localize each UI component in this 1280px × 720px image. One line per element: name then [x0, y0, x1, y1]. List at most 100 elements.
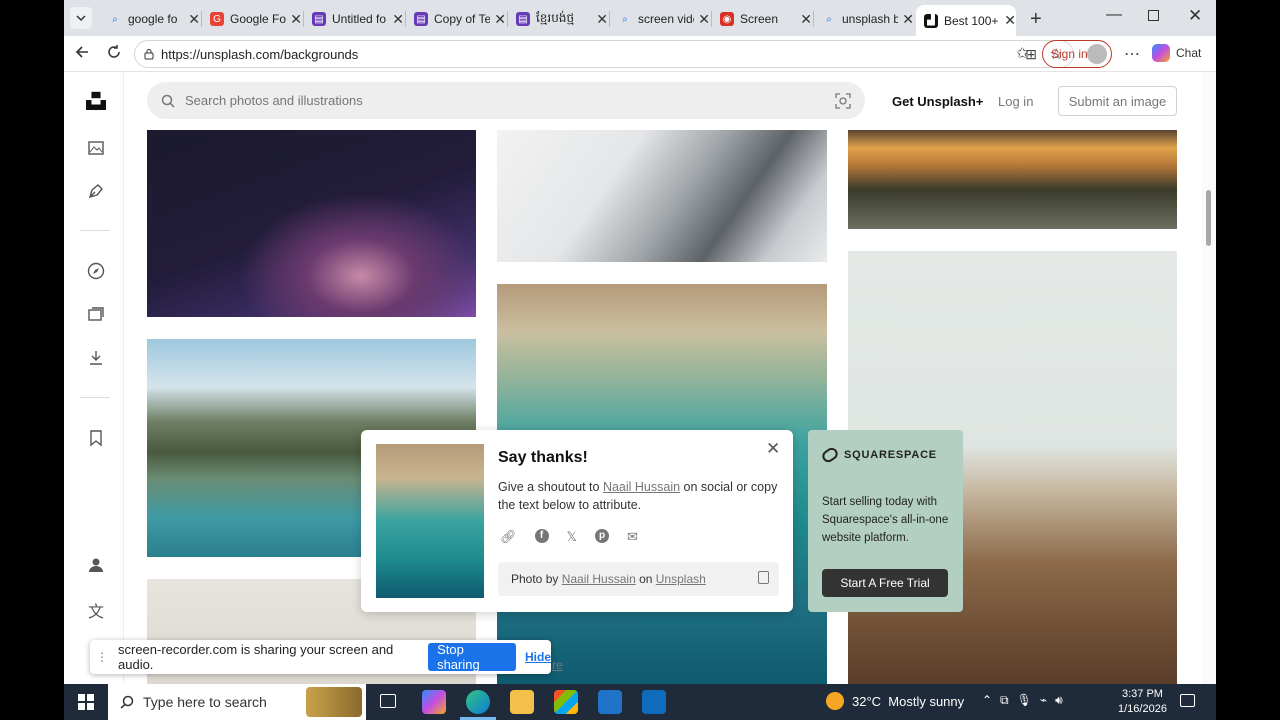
page-scrollbar[interactable]	[1202, 72, 1216, 684]
author-link[interactable]: Naail Hussain	[603, 480, 680, 494]
system-tray-icons[interactable]: ⌃⧉🎙︎⌁🔊︎	[982, 693, 1071, 708]
visual-search-icon[interactable]	[835, 93, 851, 109]
credit-site-link[interactable]: Unsplash	[656, 572, 706, 586]
unsplash-logo-icon[interactable]	[86, 90, 106, 110]
compass-icon[interactable]	[86, 261, 106, 281]
close-tab-icon[interactable]: ✕	[698, 11, 710, 28]
hide-button[interactable]: Hide	[525, 650, 551, 664]
search-input[interactable]: Search photos and illustrations	[185, 93, 363, 108]
close-tab-icon[interactable]: ✕	[1004, 12, 1016, 29]
search-icon	[120, 695, 134, 709]
tab-5[interactable]: ▤ ខ្មែរបង់ថ្ម ✕	[508, 5, 608, 33]
sharing-message: screen-recorder.com is sharing your scre…	[118, 642, 394, 672]
close-tab-icon[interactable]: ✕	[902, 11, 914, 28]
submit-image-button[interactable]: Submit an image	[1058, 86, 1177, 116]
tab-3[interactable]: ▤ Untitled fo ✕	[304, 5, 404, 33]
translate-icon[interactable]: 文	[86, 598, 106, 621]
close-icon[interactable]: ✕	[766, 439, 780, 459]
close-tab-icon[interactable]: ✕	[290, 11, 302, 28]
close-tab-icon[interactable]: ✕	[596, 11, 608, 28]
popup-message: Give a shoutout to Naail Hussain on soci…	[498, 478, 783, 514]
notification-icon[interactable]	[1180, 694, 1195, 707]
tab-9[interactable]: ▟ Best 100+ ✕	[916, 5, 1016, 36]
ad-text: Start selling today with Squarespace's a…	[822, 496, 949, 544]
pen-nib-icon[interactable]	[86, 181, 106, 201]
squarespace-ad[interactable]: SQUARESPACE Start selling today with Squ…	[808, 430, 963, 612]
tab-8[interactable]: ⌕ unsplash b ✕	[814, 5, 914, 33]
clock-date: 1/16/2026	[1118, 703, 1167, 715]
tab-label: Google Fo	[230, 12, 287, 26]
tab-label: ខ្មែរបង់ថ្ម	[536, 11, 575, 25]
close-tab-icon[interactable]: ✕	[188, 11, 200, 28]
microsoft-store-icon[interactable]	[554, 690, 578, 714]
clock[interactable]: 3:37 PM 1/16/2026	[1118, 687, 1167, 717]
collections-icon[interactable]	[86, 304, 106, 324]
search-icon: ⌕	[622, 13, 628, 25]
search-bar[interactable]: Search photos and illustrations	[147, 82, 865, 119]
bookmark-icon[interactable]	[86, 428, 106, 448]
favorites-icon[interactable]: ✩	[1016, 44, 1029, 62]
tab-label: unsplash b	[842, 12, 899, 26]
squarespace-logo: SQUARESPACE	[820, 445, 937, 465]
restore-button[interactable]	[1148, 10, 1159, 21]
tab-6[interactable]: ⌕ screen vide ✕	[610, 5, 710, 33]
close-window-button[interactable]: ✕	[1188, 6, 1202, 26]
log-in-link[interactable]: Log in	[998, 94, 1033, 109]
copy-icon[interactable]	[758, 571, 769, 584]
link-icon[interactable]: 🔗︎	[500, 529, 517, 545]
close-tab-icon[interactable]: ✕	[392, 11, 404, 28]
tab-7[interactable]: ◉ Screen ✕	[712, 5, 812, 33]
windows-taskbar: Type here to search 32°C Mostly sunny ⌃⧉…	[64, 684, 1216, 720]
copilot-taskbar-icon[interactable]	[422, 690, 446, 714]
tab-actions-button[interactable]	[70, 7, 92, 29]
user-icon[interactable]	[86, 555, 106, 575]
sign-in-button[interactable]: Sign in	[1042, 40, 1112, 68]
tab-label: Screen	[740, 12, 779, 26]
close-tab-icon[interactable]: ✕	[800, 11, 812, 28]
forms-icon: ▤	[312, 12, 326, 26]
photo-snowy-forest[interactable]	[497, 130, 827, 262]
back-button[interactable]	[74, 44, 90, 65]
task-view-icon[interactable]	[380, 694, 396, 708]
credit-author-link[interactable]: Naail Hussain	[562, 572, 636, 586]
image-icon[interactable]	[86, 138, 106, 158]
mail-icon[interactable]	[598, 690, 622, 714]
unsplash-page: 文 Search photos and illustrations Get Un…	[64, 72, 1216, 684]
email-icon[interactable]: ✉	[627, 529, 638, 545]
tab-2[interactable]: G Google Fo ✕	[202, 5, 302, 33]
taskbar-search-box[interactable]: Type here to search	[108, 684, 366, 720]
scrollbar-thumb[interactable]	[1206, 190, 1211, 246]
popup-title: Say thanks!	[498, 449, 588, 466]
refresh-button[interactable]	[106, 44, 122, 65]
x-icon[interactable]: 𝕏	[567, 529, 577, 545]
nav-divider	[80, 230, 110, 231]
nav-divider	[80, 397, 110, 398]
outlook-icon[interactable]	[642, 690, 666, 714]
more-menu-icon[interactable]: ⋯	[1124, 44, 1140, 64]
unsplash-icon: ▟	[924, 13, 938, 28]
forms-icon: ▤	[414, 12, 428, 26]
close-tab-icon[interactable]: ✕	[494, 11, 506, 28]
tab-4[interactable]: ▤ Copy of Te ✕	[406, 5, 506, 33]
arrow-left-icon	[75, 46, 88, 58]
tab-1[interactable]: ⌕ google fo ✕	[100, 5, 200, 33]
search-highlight-icon	[306, 687, 362, 717]
weather-widget[interactable]: 32°C Mostly sunny	[826, 692, 964, 710]
edge-icon[interactable]	[466, 690, 490, 714]
minimize-button[interactable]: —	[1106, 6, 1122, 24]
photo-night-sky[interactable]	[147, 130, 476, 317]
photo-bridge-sunset[interactable]	[848, 130, 1177, 229]
get-unsplash-plus-link[interactable]: Get Unsplash+	[892, 94, 983, 109]
windows-start-icon[interactable]	[78, 694, 94, 710]
new-tab-button[interactable]: +	[1030, 8, 1042, 31]
pinterest-icon[interactable]: p	[595, 529, 609, 543]
facebook-icon[interactable]: f	[534, 529, 549, 543]
download-icon[interactable]	[86, 348, 106, 368]
stop-sharing-button[interactable]: Stop sharing	[428, 642, 516, 672]
drag-handle-icon[interactable]: ⋮	[96, 650, 108, 664]
file-explorer-icon[interactable]	[510, 690, 534, 714]
start-free-trial-button[interactable]: Start A Free Trial	[822, 569, 948, 597]
popup-thumbnail	[376, 444, 484, 598]
address-bar[interactable]: https://unsplash.com/backgrounds ⊞ ☆	[134, 40, 1074, 68]
copilot-chat-button[interactable]: Chat	[1152, 44, 1201, 62]
